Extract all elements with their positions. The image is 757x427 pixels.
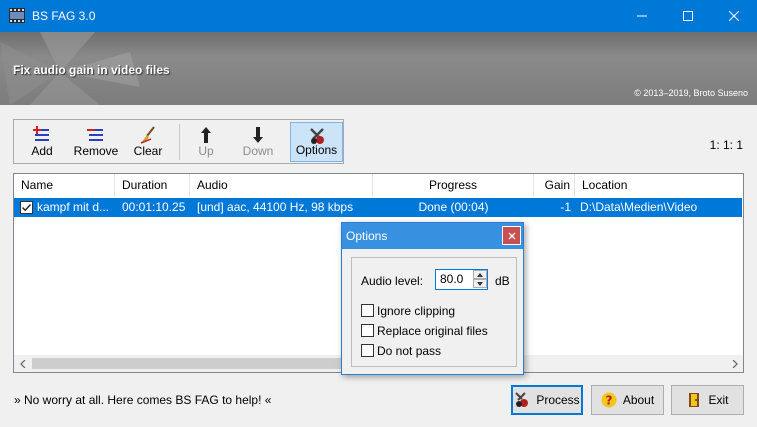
process-label: Process <box>536 393 580 407</box>
about-label: About <box>622 393 655 407</box>
options-dialog-title: Options <box>346 229 388 243</box>
remove-label: Remove <box>73 144 119 158</box>
banner-heading: Fix audio gain in video files <box>13 63 170 77</box>
remove-button[interactable]: Remove <box>68 122 124 162</box>
process-gear-icon <box>515 392 529 407</box>
options-label: Options <box>295 143 338 157</box>
arrow-up-icon <box>201 127 211 143</box>
options-dialog-titlebar[interactable]: Options <box>342 223 523 249</box>
options-dialog[interactable]: Options Audio level: 80.0 dB Ignore clip… <box>341 222 524 375</box>
help-icon: ? <box>601 392 617 408</box>
cell-location: D:\Data\Medien\Video <box>580 200 698 214</box>
spin-up-button[interactable] <box>473 270 487 279</box>
cell-gain: -1 <box>560 200 571 214</box>
minimize-icon <box>637 15 647 17</box>
clear-button[interactable]: Clear <box>126 122 170 162</box>
up-label: Up <box>198 144 214 158</box>
cell-duration: 00:01:10.25 <box>122 200 186 214</box>
audio-level-unit: dB <box>495 274 510 288</box>
ignore-clipping-label[interactable]: Ignore clipping <box>377 304 455 318</box>
do-not-pass-checkbox[interactable] <box>361 344 374 357</box>
exit-label: Exit <box>708 393 729 407</box>
close-button[interactable] <box>711 0 757 32</box>
scroll-right-icon <box>732 359 738 368</box>
toolbar-separator <box>179 124 180 160</box>
about-button[interactable]: ? About <box>591 385 664 415</box>
minimize-button[interactable] <box>619 0 665 32</box>
row-checkbox[interactable] <box>20 201 33 214</box>
window-title: BS FAG 3.0 <box>32 9 96 23</box>
status-text: » No worry at all. Here comes BS FAG to … <box>14 393 272 407</box>
tools-icon <box>309 128 324 144</box>
column-header-location[interactable]: Location <box>575 174 743 197</box>
add-file-icon <box>33 126 49 141</box>
down-button[interactable]: Down <box>234 122 282 162</box>
remove-file-icon <box>87 129 103 141</box>
process-button[interactable]: Process <box>511 385 583 415</box>
replace-original-checkbox[interactable] <box>361 324 374 337</box>
ignore-clipping-checkbox[interactable] <box>361 304 374 317</box>
maximize-icon <box>683 11 693 21</box>
list-header: Name Duration Audio Progress Gain Locati… <box>14 174 743 197</box>
table-row[interactable]: kampf mit d... 00:01:10.25 [und] aac, 44… <box>14 198 742 217</box>
column-header-audio[interactable]: Audio <box>190 174 373 197</box>
svg-text:?: ? <box>605 394 612 408</box>
add-button[interactable]: Add <box>18 122 66 162</box>
down-label: Down <box>242 144 274 158</box>
audio-level-spinner[interactable] <box>473 270 487 289</box>
file-counter: 1: 1: 1 <box>709 138 743 152</box>
spin-up-icon <box>477 272 483 277</box>
do-not-pass-label[interactable]: Do not pass <box>377 344 441 358</box>
scroll-left-icon <box>19 359 25 368</box>
broom-icon <box>140 126 155 144</box>
banner-copyright: © 2013–2019, Broto Suseno <box>634 88 748 98</box>
title-bar[interactable]: BS FAG 3.0 <box>0 0 757 32</box>
app-film-icon <box>9 8 25 23</box>
column-header-duration[interactable]: Duration <box>115 174 190 197</box>
column-header-progress[interactable]: Progress <box>373 174 534 197</box>
column-header-gain[interactable]: Gain <box>534 174 575 197</box>
scroll-thumb[interactable] <box>32 358 384 369</box>
arrow-down-icon <box>253 127 263 143</box>
toolbar: Add Remove Clear Up Down Options <box>13 119 344 164</box>
spin-down-button[interactable] <box>473 279 487 288</box>
exit-door-icon <box>689 393 700 407</box>
close-icon <box>508 232 515 239</box>
close-icon <box>729 11 739 21</box>
options-dialog-close-button[interactable] <box>502 226 521 245</box>
clear-label: Clear <box>133 144 163 158</box>
cell-audio: [und] aac, 44100 Hz, 98 kbps <box>197 200 354 214</box>
add-label: Add <box>31 144 53 158</box>
cell-name: kampf mit d... <box>37 200 110 214</box>
scroll-right-button[interactable] <box>726 355 743 372</box>
spin-down-icon <box>477 281 483 286</box>
options-button[interactable]: Options <box>290 122 343 162</box>
checkmark-icon <box>22 204 32 212</box>
scroll-left-button[interactable] <box>14 355 31 372</box>
exit-button[interactable]: Exit <box>671 385 744 415</box>
header-banner: Fix audio gain in video files © 2013–201… <box>0 32 757 105</box>
audio-level-label: Audio level: <box>361 274 424 288</box>
column-header-name[interactable]: Name <box>14 174 115 197</box>
replace-original-label[interactable]: Replace original files <box>377 324 488 338</box>
maximize-button[interactable] <box>665 0 711 32</box>
cell-progress: Done (00:04) <box>418 200 489 214</box>
up-button[interactable]: Up <box>182 122 230 162</box>
